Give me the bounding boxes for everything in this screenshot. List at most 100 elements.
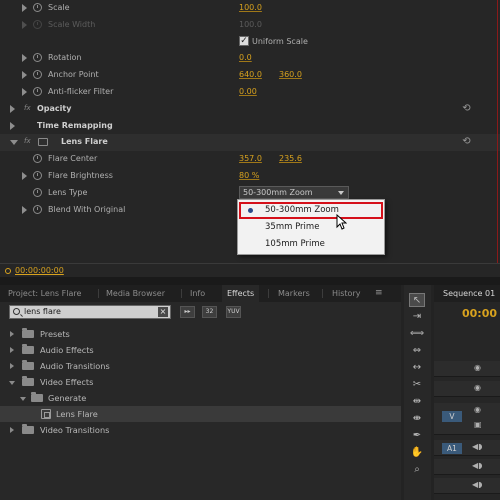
selection-tool-icon[interactable]: ↖ xyxy=(409,293,425,307)
speaker-icon[interactable]: ◀◗ xyxy=(472,480,482,489)
option-label: 105mm Prime xyxy=(265,239,325,249)
effect-label: Lens Flare xyxy=(61,137,108,146)
uniform-scale-checkbox[interactable]: ✓ xyxy=(239,36,249,46)
stopwatch-icon[interactable] xyxy=(33,87,42,96)
effect-row-lens-flare[interactable]: fx Lens Flare ⟲ xyxy=(0,134,500,151)
expand-triangle-icon[interactable] xyxy=(22,206,27,214)
tab-markers[interactable]: Markers xyxy=(278,285,310,302)
track-select-tool-icon[interactable]: ⇥ xyxy=(409,310,425,324)
dropdown-option-105mm-prime[interactable]: 105mm Prime xyxy=(238,236,384,253)
expand-triangle-icon[interactable] xyxy=(10,105,15,113)
property-value[interactable]: 0.00 xyxy=(239,87,257,96)
effects-search-field[interactable]: lens flare × xyxy=(9,305,171,319)
expand-triangle-icon[interactable] xyxy=(10,331,14,337)
expand-triangle-icon[interactable] xyxy=(10,427,14,433)
stopwatch-icon[interactable] xyxy=(33,53,42,62)
property-label: Blend With Original xyxy=(48,205,126,214)
ripple-edit-tool-icon[interactable]: ⟺ xyxy=(409,327,425,341)
yuv-effects-button[interactable]: YUV xyxy=(226,306,241,318)
track-row-video: V ◉ ▣ xyxy=(434,403,500,435)
track-label-v[interactable]: V xyxy=(442,411,462,422)
eye-icon[interactable]: ◉ xyxy=(474,363,481,372)
stopwatch-icon[interactable] xyxy=(33,205,42,214)
property-row-flare-brightness: Flare Brightness 80 % xyxy=(0,168,500,185)
lens-type-select[interactable]: 50-300mm Zoom xyxy=(239,186,349,199)
folder-icon xyxy=(22,424,34,434)
collapse-triangle-icon[interactable] xyxy=(9,381,15,385)
stopwatch-icon[interactable] xyxy=(33,188,42,197)
keyframe-icon[interactable]: ▣ xyxy=(474,420,482,429)
tree-label: Lens Flare xyxy=(56,409,98,419)
property-value[interactable]: 0.0 xyxy=(239,53,252,62)
property-label: Scale Width xyxy=(48,20,96,29)
folder-icon xyxy=(31,392,43,402)
expand-triangle-icon[interactable] xyxy=(22,54,27,62)
track-row: ◀◗ xyxy=(434,459,500,475)
fx-toggle-icon[interactable]: fx xyxy=(24,104,31,112)
folder-icon xyxy=(22,328,34,338)
clear-search-icon[interactable]: × xyxy=(158,307,168,317)
mask-rectangle-icon[interactable] xyxy=(38,138,48,146)
rolling-edit-tool-icon[interactable]: ⇔ xyxy=(409,344,425,358)
expand-triangle-icon[interactable] xyxy=(22,71,27,79)
effect-label: Opacity xyxy=(37,104,72,113)
current-timecode[interactable]: 00:00:00:00 xyxy=(15,266,64,275)
stopwatch-icon[interactable] xyxy=(33,154,42,163)
panel-divider[interactable] xyxy=(0,277,500,285)
expand-triangle-icon[interactable] xyxy=(10,363,14,369)
property-value[interactable]: 100.0 xyxy=(239,3,262,12)
tree-folder-audio-effects[interactable]: Audio Effects xyxy=(0,342,401,358)
dropdown-option-35mm-prime[interactable]: 35mm Prime xyxy=(238,219,384,236)
razor-tool-icon[interactable]: ✂ xyxy=(409,378,425,392)
rate-stretch-tool-icon[interactable]: ↔ xyxy=(409,361,425,375)
property-row-rotation: Rotation 0.0 xyxy=(0,50,500,67)
tree-folder-video-effects[interactable]: Video Effects xyxy=(0,374,401,390)
tree-item-lens-flare[interactable]: Lens Flare xyxy=(0,406,401,422)
speaker-icon[interactable]: ◀◗ xyxy=(472,442,482,451)
fx-toggle-icon[interactable]: fx xyxy=(24,137,31,145)
property-row-anchor-point: Anchor Point 640.0 360.0 xyxy=(0,67,500,84)
expand-triangle-icon[interactable] xyxy=(22,88,27,96)
stopwatch-icon[interactable] xyxy=(33,70,42,79)
slip-tool-icon[interactable]: ⇹ xyxy=(409,395,425,409)
tab-sequence[interactable]: Sequence 01 xyxy=(434,285,500,302)
dropdown-option-50-300mm-zoom[interactable]: 50-300mm Zoom xyxy=(238,202,384,219)
tab-project[interactable]: Project: Lens Flare xyxy=(8,285,81,302)
property-value-x[interactable]: 357.0 xyxy=(239,154,262,163)
track-label-a1[interactable]: A1 xyxy=(442,443,462,454)
tab-effects[interactable]: Effects xyxy=(222,285,260,302)
32-bit-effects-button[interactable]: 32 xyxy=(202,306,217,318)
stopwatch-icon[interactable] xyxy=(33,3,42,12)
eye-icon[interactable]: ◉ xyxy=(474,405,481,414)
panel-menu-icon[interactable]: ≡ xyxy=(375,288,385,298)
collapse-triangle-icon[interactable] xyxy=(10,140,18,145)
tab-info[interactable]: Info xyxy=(190,285,205,302)
collapse-triangle-icon[interactable] xyxy=(20,397,26,401)
reset-icon[interactable]: ⟲ xyxy=(461,103,472,114)
accelerated-effects-button[interactable]: ▸▸ xyxy=(180,306,195,318)
stopwatch-icon[interactable] xyxy=(33,171,42,180)
property-value-y[interactable]: 360.0 xyxy=(279,70,302,79)
expand-triangle-icon[interactable] xyxy=(10,347,14,353)
expand-triangle-icon[interactable] xyxy=(10,122,15,130)
zoom-tool-icon[interactable]: ⌕ xyxy=(409,463,425,477)
expand-triangle-icon[interactable] xyxy=(22,4,27,12)
tab-media-browser[interactable]: Media Browser xyxy=(106,285,165,302)
tree-folder-video-transitions[interactable]: Video Transitions xyxy=(0,422,401,438)
slide-tool-icon[interactable]: ⇼ xyxy=(409,412,425,426)
eye-icon[interactable]: ◉ xyxy=(474,383,481,392)
tree-folder-presets[interactable]: Presets xyxy=(0,326,401,342)
property-value[interactable]: 80 % xyxy=(239,171,259,180)
tab-history[interactable]: History xyxy=(332,285,360,302)
property-value-y[interactable]: 235.6 xyxy=(279,154,302,163)
expand-triangle-icon[interactable] xyxy=(22,172,27,180)
pen-tool-icon[interactable]: ✒ xyxy=(409,429,425,443)
tree-folder-generate[interactable]: Generate xyxy=(0,390,401,406)
sequence-tab-label: Sequence 01 xyxy=(443,289,496,298)
property-value-x[interactable]: 640.0 xyxy=(239,70,262,79)
hand-tool-icon[interactable]: ✋ xyxy=(409,446,425,460)
speaker-icon[interactable]: ◀◗ xyxy=(472,461,482,470)
tree-folder-audio-transitions[interactable]: Audio Transitions xyxy=(0,358,401,374)
reset-icon[interactable]: ⟲ xyxy=(461,136,472,147)
sequence-timecode[interactable]: 00:00 xyxy=(462,307,497,320)
